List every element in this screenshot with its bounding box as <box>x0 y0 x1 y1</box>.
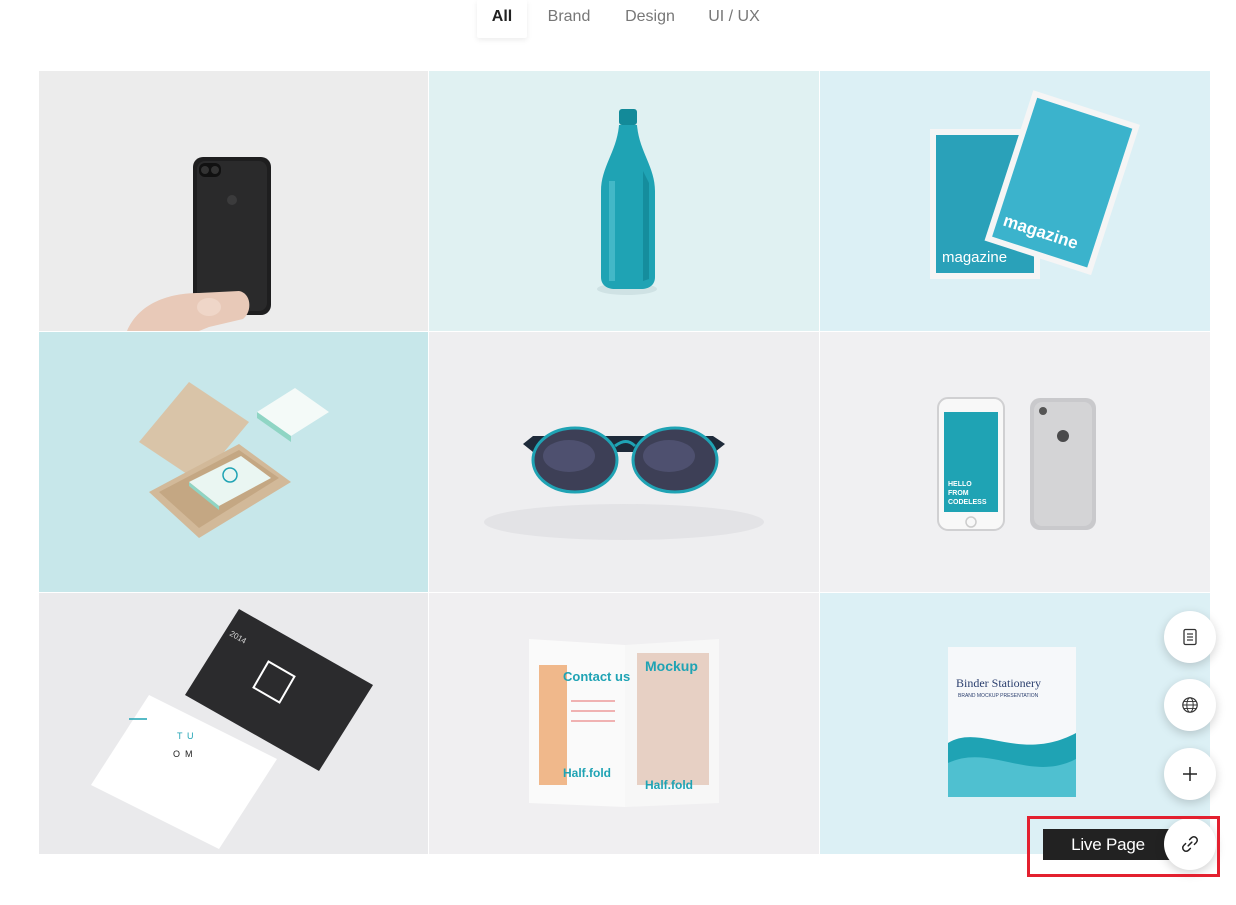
portfolio-item-card-box[interactable] <box>39 332 428 592</box>
brochure-right-title: Mockup <box>645 658 698 674</box>
two-phones-image: HELLO FROM CODELESS <box>820 332 1210 592</box>
add-fab-button[interactable] <box>1164 748 1216 800</box>
brochure-image: Contact us Mockup Half.fold Half.fold <box>429 593 819 854</box>
business-card-box-image <box>39 332 428 592</box>
link-icon <box>1182 836 1198 852</box>
filter-tab-ui-ux[interactable]: UI / UX <box>700 0 768 38</box>
binder-subtitle: BRAND MOCKUP PRESENTATION <box>958 693 1039 699</box>
live-page-link-button[interactable] <box>1164 818 1216 870</box>
phone-screen-line-2: FROM <box>948 490 969 497</box>
document-fab-button[interactable] <box>1164 611 1216 663</box>
live-page-label[interactable]: Live Page <box>1043 829 1173 860</box>
portfolio-item-sunglasses[interactable] <box>429 332 819 592</box>
portfolio-item-binder[interactable]: Binder Stationery BRAND MOCKUP PRESENTAT… <box>820 593 1210 854</box>
magazine-cover-text-back: magazine <box>942 249 1007 266</box>
portfolio-item-brochure[interactable]: Contact us Mockup Half.fold Half.fold <box>429 593 819 854</box>
portfolio-filters: All Brand Design UI / UX <box>0 0 1236 40</box>
portfolio-item-phone[interactable] <box>39 71 428 331</box>
filter-tab-design[interactable]: Design <box>617 0 683 38</box>
logo-letter-t: T <box>177 731 183 741</box>
filter-tab-brand[interactable]: Brand <box>538 0 600 38</box>
phone-screen-line-1: HELLO <box>948 481 972 488</box>
document-icon <box>1183 628 1197 646</box>
portfolio-item-bottle[interactable] <box>429 71 819 331</box>
brochure-left-title: Contact us <box>563 669 630 684</box>
brochure-left-footer: Half.fold <box>563 766 611 780</box>
logo-letter-m: M <box>185 749 193 759</box>
globe-fab-button[interactable] <box>1164 679 1216 731</box>
phone-screen-line-3: CODELESS <box>948 499 987 506</box>
phone-in-hand-image <box>39 71 428 331</box>
business-cards-image: 2014 T U O M <box>39 593 428 854</box>
portfolio-item-phones[interactable]: HELLO FROM CODELESS <box>820 332 1210 592</box>
water-bottle-image <box>429 71 819 331</box>
magazine-image: magazine magazine <box>820 71 1210 331</box>
portfolio-item-magazine[interactable]: magazine magazine <box>820 71 1210 331</box>
logo-letter-u: U <box>187 731 194 741</box>
binder-title: Binder Stationery <box>956 676 1041 690</box>
portfolio-item-business-cards[interactable]: 2014 T U O M <box>39 593 428 854</box>
plus-icon <box>1183 767 1197 781</box>
binder-stationery-image: Binder Stationery BRAND MOCKUP PRESENTAT… <box>820 593 1210 854</box>
filter-tab-all[interactable]: All <box>477 0 527 38</box>
sunglasses-image <box>429 332 819 592</box>
brochure-right-footer: Half.fold <box>645 778 693 792</box>
logo-letter-o: O <box>173 749 180 759</box>
portfolio-grid: magazine magazine HELLO FROM CODELESS 20… <box>39 71 1210 854</box>
globe-icon <box>1182 697 1198 713</box>
